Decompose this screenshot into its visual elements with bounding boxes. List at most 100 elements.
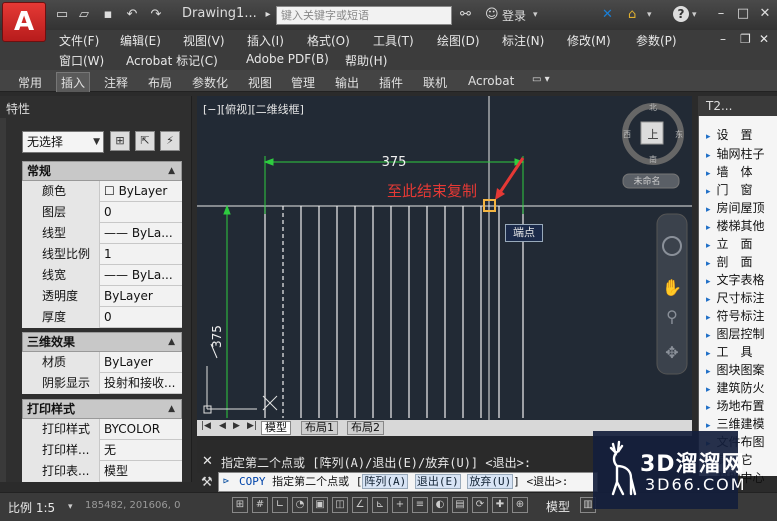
- option-array[interactable]: 阵列(A): [362, 474, 409, 489]
- tab-nav-first-icon[interactable]: |◀: [201, 421, 211, 431]
- user-icon[interactable]: ☺: [485, 6, 499, 24]
- menu-help[interactable]: 帮助(H): [345, 52, 387, 69]
- palette-item[interactable]: 立 面: [706, 235, 753, 252]
- property-row[interactable]: 材质 ByLayer: [22, 352, 182, 373]
- help-icon[interactable]: ?: [673, 6, 689, 22]
- annotation-monitor-icon[interactable]: ✚: [492, 497, 508, 513]
- lineweight-icon[interactable]: ≡: [412, 497, 428, 513]
- property-row[interactable]: 线型 —— ByLa...: [22, 223, 182, 244]
- tab-parametric[interactable]: 参数化: [188, 73, 232, 92]
- section-general[interactable]: 常规 ▲: [22, 161, 182, 181]
- osnap-icon[interactable]: ▣: [312, 497, 328, 513]
- close-icon[interactable]: ✕: [202, 454, 213, 469]
- menu-tools[interactable]: 工具(T): [373, 32, 414, 49]
- pan-icon[interactable]: ✋: [662, 278, 682, 297]
- polar-icon[interactable]: ◔: [292, 497, 308, 513]
- palette-item[interactable]: 剖 面: [706, 253, 753, 270]
- select-objects-icon[interactable]: ⇱: [135, 131, 155, 151]
- menu-insert[interactable]: 插入(I): [247, 32, 284, 49]
- tab-insert[interactable]: 插入: [56, 72, 91, 92]
- redo-icon[interactable]: ↷: [148, 7, 164, 23]
- viewport-label[interactable]: [−][俯视][二维线框]: [203, 101, 304, 117]
- menu-view[interactable]: 视图(V): [183, 32, 225, 49]
- otrack-icon[interactable]: ∠: [352, 497, 368, 513]
- property-row[interactable]: 图层 0: [22, 202, 182, 223]
- tab-nav-next-icon[interactable]: ▶: [233, 421, 240, 431]
- snap-icon[interactable]: ⊞: [232, 497, 248, 513]
- search-input[interactable]: [276, 6, 452, 25]
- section-3d-effects[interactable]: 三维效果 ▲: [22, 332, 182, 352]
- property-row[interactable]: 打印样... 无: [22, 440, 182, 461]
- property-row[interactable]: 打印表... 模型: [22, 461, 182, 482]
- tab-view[interactable]: 视图: [244, 73, 276, 92]
- chevron-down-icon[interactable]: ▾: [533, 10, 538, 20]
- 3d-osnap-icon[interactable]: ◫: [332, 497, 348, 513]
- grid-icon[interactable]: #: [252, 497, 268, 513]
- menu-format[interactable]: 格式(O): [307, 32, 350, 49]
- open-folder-icon[interactable]: ▱: [76, 7, 92, 23]
- zoom-icon[interactable]: ⚲: [666, 307, 678, 326]
- viewcube-face[interactable]: 上: [648, 128, 659, 141]
- doc-restore-button[interactable]: ❐: [740, 32, 751, 46]
- chevron-down-icon[interactable]: ▾: [68, 502, 73, 512]
- ribbon-options-icon[interactable]: ▭ ▾: [528, 73, 554, 86]
- orbit-icon[interactable]: ✥: [665, 343, 678, 362]
- ortho-icon[interactable]: ∟: [272, 497, 288, 513]
- tab-nav-last-icon[interactable]: ▶|: [247, 421, 257, 431]
- x-icon[interactable]: ✕: [602, 6, 613, 24]
- section-plot-style[interactable]: 打印样式 ▲: [22, 399, 182, 419]
- command-line-input[interactable]: ⊳ COPY 指定第二个点或 [阵列(A) 退出(E) 放弃(U)] <退出>:: [218, 472, 598, 492]
- property-row[interactable]: 阴影显示 投射和接收...: [22, 373, 182, 394]
- palette-item[interactable]: 楼梯其他: [706, 217, 765, 234]
- menu-acrobat-markup[interactable]: Acrobat 标记(C): [126, 52, 218, 69]
- toggle-pickadd-icon[interactable]: ⊞: [110, 131, 130, 151]
- tab-annotate[interactable]: 注释: [100, 73, 132, 92]
- palette-item[interactable]: 符号标注: [706, 307, 765, 324]
- maximize-button[interactable]: □: [734, 6, 752, 22]
- tab-nav-prev-icon[interactable]: ◀: [219, 421, 226, 431]
- tab-home[interactable]: 常用: [14, 73, 46, 92]
- property-row[interactable]: 透明度 ByLayer: [22, 286, 182, 307]
- tab-manage[interactable]: 管理: [287, 73, 319, 92]
- menu-dimension[interactable]: 标注(N): [502, 32, 544, 49]
- menu-adobe-pdf[interactable]: Adobe PDF(B): [246, 52, 329, 66]
- palette-item[interactable]: 三维建模: [706, 415, 765, 432]
- quick-props-icon[interactable]: ▤: [452, 497, 468, 513]
- palette-item[interactable]: 墙 体: [706, 163, 753, 180]
- palette-strip[interactable]: [0, 118, 6, 482]
- tab-layout1[interactable]: 布局1: [301, 421, 338, 435]
- quick-select-icon[interactable]: ⚡: [160, 131, 180, 151]
- menu-edit[interactable]: 编辑(E): [120, 32, 161, 49]
- binoculars-icon[interactable]: ⚯: [460, 6, 471, 24]
- palette-item[interactable]: 房间屋顶: [706, 199, 765, 216]
- tab-model[interactable]: 模型: [261, 421, 291, 435]
- dyn-icon[interactable]: +: [392, 497, 408, 513]
- palette-item[interactable]: 图块图案: [706, 361, 765, 378]
- annotation-scale[interactable]: 比例 1:5: [8, 499, 55, 516]
- property-row[interactable]: 打印样式 BYCOLOR: [22, 419, 182, 440]
- palette-item[interactable]: 轴网柱子: [706, 145, 765, 162]
- close-button[interactable]: ✕: [756, 6, 774, 22]
- drawing-canvas[interactable]: 375 375 至此结束复制 上 北 南 西 东 未命名 ✋ ⚲ ✥: [197, 96, 692, 420]
- new-file-icon[interactable]: ▭: [54, 7, 70, 23]
- ducs-icon[interactable]: ⊾: [372, 497, 388, 513]
- lock-icon[interactable]: ⌂: [628, 6, 636, 24]
- palette-item[interactable]: 图层控制: [706, 325, 765, 342]
- save-icon[interactable]: ▪: [100, 7, 116, 23]
- tab-output[interactable]: 输出: [331, 73, 363, 92]
- transparency-icon[interactable]: ◐: [432, 497, 448, 513]
- tab-layout[interactable]: 布局: [144, 73, 176, 92]
- palette-item[interactable]: 场地布置: [706, 397, 765, 414]
- app-menu-button[interactable]: A: [2, 2, 46, 42]
- menu-parametric[interactable]: 参数(P): [636, 32, 677, 49]
- workspace-icon[interactable]: ⊕: [512, 497, 528, 513]
- menu-window[interactable]: 窗口(W): [59, 52, 104, 69]
- chevron-right-icon[interactable]: ▸: [260, 7, 276, 23]
- property-row[interactable]: 厚度 0: [22, 307, 182, 328]
- tab-acrobat[interactable]: Acrobat: [464, 73, 518, 89]
- palette-item[interactable]: 尺寸标注: [706, 289, 765, 306]
- menu-modify[interactable]: 修改(M): [567, 32, 611, 49]
- selection-cycling-icon[interactable]: ⟳: [472, 497, 488, 513]
- selection-dropdown[interactable]: 无选择 ▼: [22, 131, 104, 153]
- tab-online[interactable]: 联机: [419, 73, 451, 92]
